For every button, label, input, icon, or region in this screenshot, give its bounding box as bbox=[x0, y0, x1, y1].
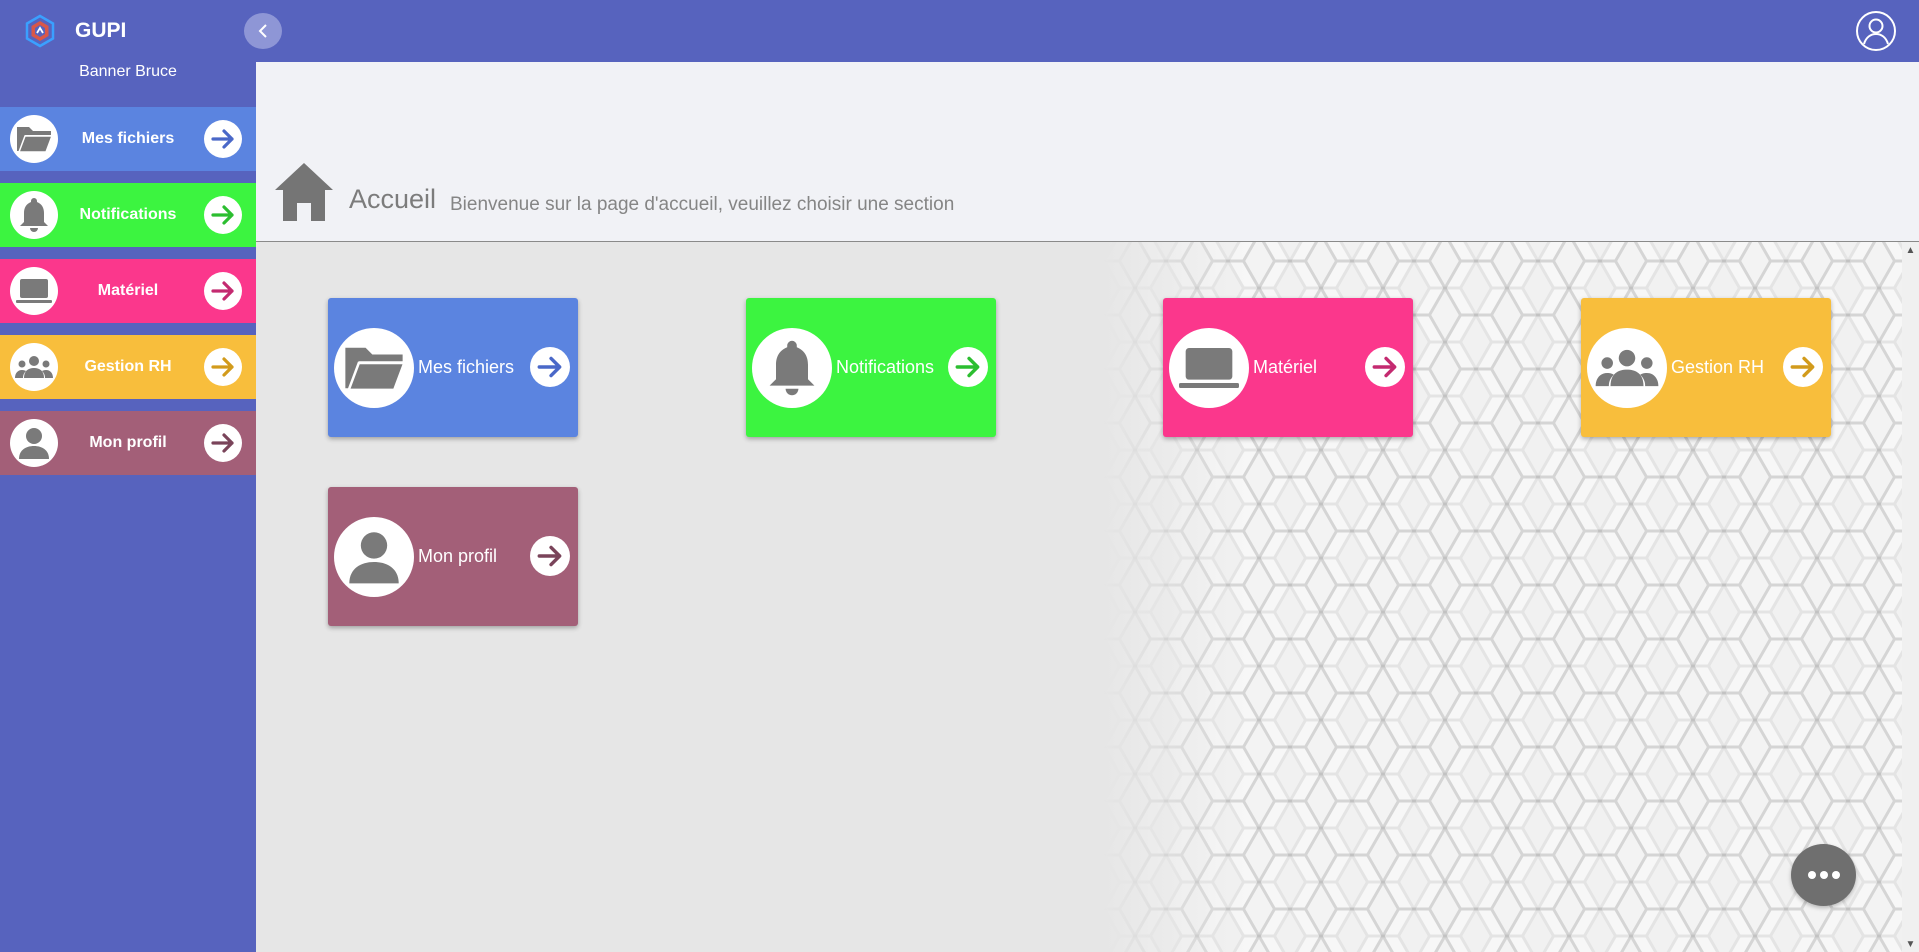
user-name: Banner Bruce bbox=[79, 63, 177, 80]
tile-label: Matériel bbox=[1253, 357, 1318, 377]
tile-materiel[interactable]: Matériel bbox=[1163, 298, 1413, 437]
laptop-icon bbox=[1169, 328, 1249, 408]
scroll-down-arrow-icon[interactable]: ▼ bbox=[1902, 938, 1919, 952]
app-name: GUPI bbox=[75, 19, 127, 42]
bell-icon bbox=[752, 328, 832, 408]
person-icon bbox=[10, 419, 58, 467]
page-header: Accueil Bienvenue sur la page d'accueil,… bbox=[256, 62, 1919, 242]
group-icon bbox=[10, 343, 58, 391]
scroll-up-arrow-icon[interactable]: ▲ bbox=[1902, 244, 1919, 258]
sidebar-item-mon-profil[interactable]: Mon profil bbox=[0, 411, 256, 475]
arrow-right-icon[interactable] bbox=[204, 348, 242, 386]
folder-icon bbox=[10, 115, 58, 163]
bell-icon bbox=[10, 191, 58, 239]
tile-mon-profil[interactable]: Mon profil bbox=[328, 487, 578, 626]
arrow-right-icon[interactable] bbox=[204, 424, 242, 462]
chat-button[interactable] bbox=[1791, 844, 1856, 906]
arrow-right-icon[interactable] bbox=[948, 347, 988, 387]
group-icon bbox=[1587, 328, 1667, 408]
sidebar: GUPI Banner Bruce Mes fichiers Notificat… bbox=[0, 0, 256, 952]
brand[interactable]: GUPI bbox=[24, 12, 126, 50]
arrow-right-icon[interactable] bbox=[530, 536, 570, 576]
sidebar-item-label: Gestion RH bbox=[84, 358, 172, 375]
vertical-scrollbar[interactable]: ▲ ▼ bbox=[1902, 242, 1919, 952]
sidebar-item-notifications[interactable]: Notifications bbox=[0, 183, 256, 247]
sidebar-item-materiel[interactable]: Matériel bbox=[0, 259, 256, 323]
sidebar-item-gestion-rh[interactable]: Gestion RH bbox=[0, 335, 256, 399]
page-subtitle: Bienvenue sur la page d'accueil, veuille… bbox=[450, 194, 955, 215]
top-bar bbox=[256, 0, 1919, 62]
account-icon[interactable] bbox=[1855, 10, 1897, 52]
gupi-logo-icon bbox=[25, 14, 55, 48]
laptop-icon bbox=[10, 267, 58, 315]
more-dots-icon bbox=[1807, 871, 1840, 879]
person-icon bbox=[334, 517, 414, 597]
tile-label: Gestion RH bbox=[1671, 357, 1765, 377]
tile-notifications[interactable]: Notifications bbox=[746, 298, 996, 437]
chevron-left-icon bbox=[258, 24, 267, 38]
sidebar-item-mes-fichiers[interactable]: Mes fichiers bbox=[0, 107, 256, 171]
sidebar-item-label: Notifications bbox=[79, 206, 177, 223]
arrow-right-icon[interactable] bbox=[204, 272, 242, 310]
sidebar-item-label: Matériel bbox=[97, 282, 159, 299]
arrow-right-icon[interactable] bbox=[530, 347, 570, 387]
arrow-right-icon[interactable] bbox=[1783, 347, 1823, 387]
home-icon bbox=[275, 163, 333, 221]
arrow-right-icon[interactable] bbox=[204, 196, 242, 234]
folder-icon bbox=[334, 328, 414, 408]
tile-mes-fichiers[interactable]: Mes fichiers bbox=[328, 298, 578, 437]
collapse-sidebar-button[interactable] bbox=[244, 13, 282, 49]
tile-gestion-rh[interactable]: Gestion RH bbox=[1581, 298, 1831, 437]
arrow-right-icon[interactable] bbox=[204, 120, 242, 158]
page-title: Accueil bbox=[349, 184, 437, 214]
sidebar-item-label: Mes fichiers bbox=[81, 130, 175, 147]
tile-label: Mes fichiers bbox=[418, 357, 515, 377]
sidebar-item-label: Mon profil bbox=[89, 434, 167, 451]
tile-label: Notifications bbox=[836, 357, 935, 377]
tile-label: Mon profil bbox=[418, 546, 498, 566]
arrow-right-icon[interactable] bbox=[1365, 347, 1405, 387]
